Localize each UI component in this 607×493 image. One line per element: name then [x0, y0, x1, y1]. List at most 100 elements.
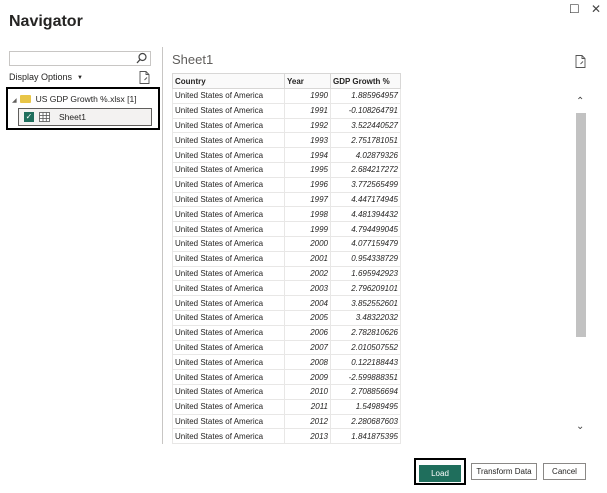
country-cell: United States of America	[172, 132, 285, 149]
column-header: Year	[284, 73, 331, 89]
year-cell: 1991	[284, 102, 331, 119]
chevron-down-icon[interactable]: ⌄	[576, 421, 584, 432]
restore-icon[interactable]: ☐	[569, 2, 580, 16]
country-cell: United States of America	[172, 280, 285, 297]
country-cell: United States of America	[172, 102, 285, 119]
sheet-label: Sheet1	[59, 112, 86, 122]
new-doc-icon[interactable]	[575, 55, 586, 68]
gdp-growth-cell: 3.48322032	[330, 309, 401, 326]
table-header-row: Country Year GDP Growth %	[172, 73, 401, 89]
table-row: United States of America 2001 0.954338729	[172, 250, 401, 267]
table-row: United States of America 1997 4.447174945	[172, 191, 401, 208]
gdp-growth-cell: 2.782810626	[330, 324, 401, 341]
gdp-growth-cell: 4.794499045	[330, 221, 401, 237]
country-cell: United States of America	[172, 147, 285, 163]
table-row: United States of America 1991 -0.108264791	[172, 102, 401, 119]
gdp-growth-cell: 2.010507552	[330, 339, 401, 356]
year-cell: 1994	[284, 147, 331, 163]
table-row: United States of America 2012 2.280687603	[172, 413, 401, 430]
country-cell: United States of America	[172, 88, 285, 104]
year-cell: 2008	[284, 354, 331, 371]
year-cell: 1998	[284, 206, 331, 223]
year-cell: 2012	[284, 413, 331, 430]
country-cell: United States of America	[172, 250, 285, 267]
load-button-highlight: Load	[414, 458, 466, 485]
country-cell: United States of America	[172, 161, 285, 178]
gdp-growth-cell: 2.280687603	[330, 413, 401, 430]
year-cell: 1993	[284, 132, 331, 149]
file-label: US GDP Growth %.xlsx [1]	[35, 94, 137, 104]
table-row: United States of America 1999 4.794499045	[172, 221, 401, 237]
table-row: United States of America 1996 3.772565499	[172, 176, 401, 193]
year-cell: 2009	[284, 369, 331, 385]
tree-item-file[interactable]: ◢ US GDP Growth %.xlsx [1]	[12, 94, 137, 104]
table-icon	[39, 112, 50, 122]
gdp-growth-cell: 3.522440527	[330, 117, 401, 134]
gdp-growth-cell: 3.852552601	[330, 295, 401, 311]
tree-item-sheet1[interactable]: ✓ Sheet1	[18, 108, 152, 126]
gdp-growth-cell: 2.751781051	[330, 132, 401, 149]
table-row: United States of America 2007 2.010507552	[172, 339, 401, 356]
country-cell: United States of America	[172, 309, 285, 326]
gdp-growth-cell: 1.885964957	[330, 88, 401, 104]
chevron-down-icon: ▼	[77, 75, 83, 81]
year-cell: 1997	[284, 191, 331, 208]
country-cell: United States of America	[172, 295, 285, 311]
year-cell: 2010	[284, 383, 331, 400]
country-cell: United States of America	[172, 398, 285, 415]
gdp-growth-cell: 0.122188443	[330, 354, 401, 371]
country-cell: United States of America	[172, 369, 285, 385]
table-row: United States of America 2011 1.54989495	[172, 398, 401, 415]
gdp-growth-cell: 2.796209101	[330, 280, 401, 297]
collapse-arrow-icon[interactable]: ◢	[12, 98, 17, 104]
country-cell: United States of America	[172, 206, 285, 223]
country-cell: United States of America	[172, 191, 285, 208]
close-icon[interactable]: ✕	[591, 2, 601, 16]
scrollbar-thumb[interactable]	[576, 113, 586, 337]
year-cell: 2005	[284, 309, 331, 326]
country-cell: United States of America	[172, 324, 285, 341]
country-cell: United States of America	[172, 221, 285, 237]
country-cell: United States of America	[172, 265, 285, 282]
table-row: United States of America 2003 2.796209101	[172, 280, 401, 297]
year-cell: 1995	[284, 161, 331, 178]
gdp-growth-cell: 0.954338729	[330, 250, 401, 267]
preview-title: Sheet1	[172, 52, 214, 67]
column-header: Country	[172, 73, 285, 89]
year-cell: 2013	[284, 428, 331, 445]
table-row: United States of America 1998 4.481394432	[172, 206, 401, 223]
display-options-dropdown[interactable]: Display Options ▼	[9, 72, 83, 82]
table-row: United States of America 2010 2.708856694	[172, 383, 401, 400]
year-cell: 2007	[284, 339, 331, 356]
table-row: United States of America 2005 3.48322032	[172, 309, 401, 326]
country-cell: United States of America	[172, 428, 285, 445]
table-row: United States of America 2000 4.077159479	[172, 235, 401, 252]
gdp-growth-cell: 1.695942923	[330, 265, 401, 282]
cancel-button[interactable]: Cancel	[543, 463, 586, 480]
table-row: United States of America 2006 2.782810626	[172, 324, 401, 341]
year-cell: 2003	[284, 280, 331, 297]
table-row: United States of America 2004 3.852552601	[172, 295, 401, 311]
table-row: United States of America 2009 -2.599888351	[172, 369, 401, 385]
gdp-growth-cell: 2.708856694	[330, 383, 401, 400]
year-cell: 1996	[284, 176, 331, 193]
search-input[interactable]	[9, 51, 151, 66]
year-cell: 2001	[284, 250, 331, 267]
checkbox-icon[interactable]: ✓	[24, 112, 34, 122]
table-row: United States of America 2002 1.695942923	[172, 265, 401, 282]
year-cell: 2000	[284, 235, 331, 252]
display-options-label: Display Options	[9, 72, 73, 82]
table-row: United States of America 1993 2.751781051	[172, 132, 401, 149]
chevron-up-icon[interactable]: ⌃	[576, 96, 584, 107]
transform-data-button[interactable]: Transform Data	[471, 463, 537, 480]
table-row: United States of America 1995 2.684217272	[172, 161, 401, 178]
folder-icon	[19, 95, 31, 103]
table-row: United States of America 2013 1.841875395	[172, 428, 401, 445]
load-button[interactable]: Load	[419, 465, 461, 482]
country-cell: United States of America	[172, 235, 285, 252]
preview-table: Country Year GDP Growth % United States …	[172, 73, 401, 445]
search-icon[interactable]	[135, 51, 148, 66]
new-doc-icon[interactable]	[139, 71, 150, 84]
country-cell: United States of America	[172, 354, 285, 371]
year-cell: 2004	[284, 295, 331, 311]
